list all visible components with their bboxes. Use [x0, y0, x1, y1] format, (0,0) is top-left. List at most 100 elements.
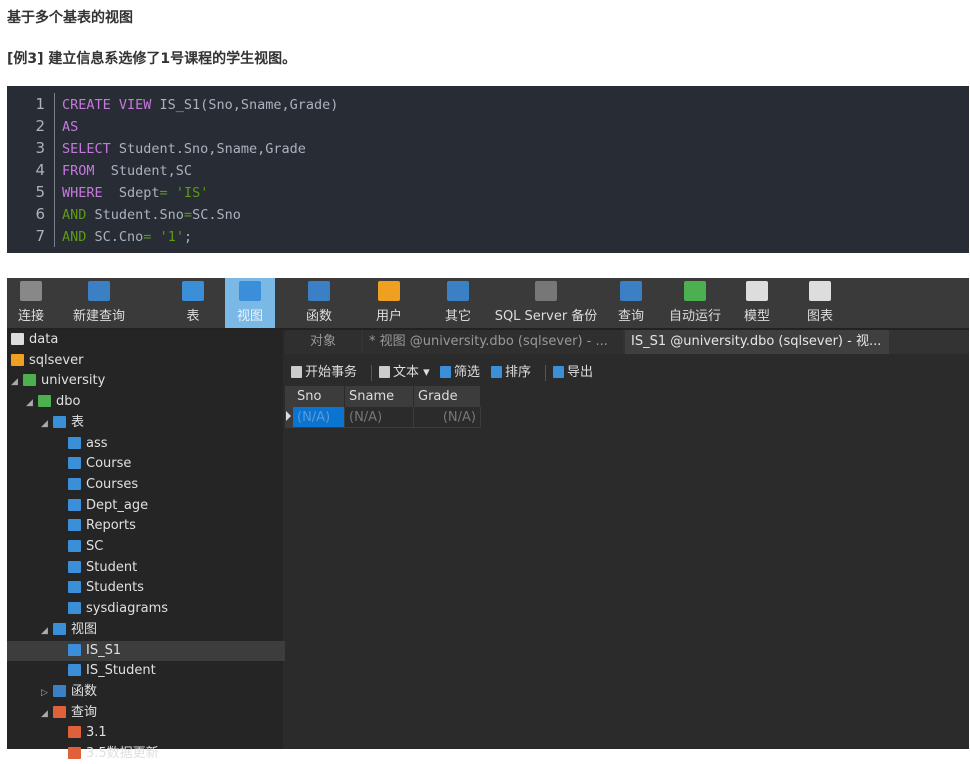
expand-arrow-icon[interactable]: ◢	[41, 621, 53, 641]
line-number: 7	[7, 225, 55, 247]
toolbar-chart-button[interactable]: 图表	[791, 278, 849, 328]
tree-item[interactable]: Courses	[56, 475, 138, 495]
filter-button[interactable]: 筛选	[440, 362, 480, 384]
tree-node-icon	[53, 415, 66, 428]
tree-item-label: Courses	[86, 476, 139, 492]
tree-item-label: Reports	[86, 518, 136, 534]
tree-node-icon	[68, 726, 81, 739]
toolbar-label: 自动运行	[668, 309, 721, 324]
toolbar-model-button[interactable]: 模型	[735, 278, 779, 328]
column-header[interactable]: Grade	[414, 386, 481, 407]
toolbar-label: 用户	[375, 309, 402, 324]
grid-cell[interactable]: (N/A)	[293, 407, 345, 428]
code-line: 3 SELECT Student.Sno,Sname,Grade	[7, 137, 306, 159]
view-icon	[239, 281, 261, 301]
tree-item[interactable]: 3.1	[56, 723, 107, 743]
tree-item[interactable]: ▷ 函数	[41, 682, 97, 702]
expand-arrow-icon[interactable]: ◢	[11, 372, 23, 392]
code-block: 1 CREATE VIEW IS_S1(Sno,Sname,Grade) 2 AS 3 S…	[7, 86, 969, 253]
toolbar-function-button[interactable]: 函数	[283, 278, 355, 328]
tree-item[interactable]: SC	[56, 537, 103, 557]
grid-cell[interactable]: (N/A)	[345, 407, 414, 428]
row-indicator-icon	[286, 411, 291, 421]
sort-button[interactable]: 排序	[491, 362, 531, 384]
toolbar-new-query-button[interactable]: 新建查询	[59, 278, 139, 328]
expand-arrow-icon[interactable]: ▷	[41, 683, 53, 703]
column-header[interactable]: Sno	[293, 386, 345, 407]
tree-item[interactable]: Students	[56, 578, 144, 598]
tab[interactable]: * 视图 @university.dbo (sqlsever) - ...	[363, 330, 623, 354]
tree-item-label: 3.1	[86, 725, 107, 741]
tab[interactable]: IS_S1 @university.dbo (sqlsever) - 视...	[625, 330, 889, 354]
tree-item[interactable]: ◢ 查询	[41, 703, 97, 723]
model-icon	[746, 281, 768, 301]
text-icon	[379, 366, 390, 378]
tree-item-label: 视图	[71, 621, 98, 637]
tree-item-label: SC	[86, 539, 104, 554]
tree-node-icon	[53, 684, 66, 697]
tree-item[interactable]: ◢ dbo	[26, 392, 80, 412]
code-token: AND	[62, 207, 95, 223]
tree-item-label: data	[29, 332, 59, 347]
text-button[interactable]: 文本 ▾	[379, 362, 430, 384]
toolbar-button-label: 文本 ▾	[393, 365, 430, 380]
code-token: =	[159, 185, 176, 201]
toolbar-separator	[371, 365, 372, 381]
toolbar-button-label: 开始事务	[305, 365, 358, 380]
toolbar-user-button[interactable]: 用户	[360, 278, 418, 328]
line-number: 4	[7, 159, 55, 181]
user-icon	[378, 281, 400, 301]
expand-arrow-icon[interactable]: ◢	[41, 704, 53, 724]
main-toolbar: 连接 新建查询 表 视图 函数 用户 其它 SQL Server 备份 查询 自动运行 模型 图表	[7, 278, 969, 330]
filter-icon	[440, 366, 451, 378]
tree-item[interactable]: ◢ university	[11, 371, 105, 391]
tree-item[interactable]: IS_Student	[56, 661, 156, 681]
toolbar-query-button[interactable]: 查询	[610, 278, 652, 328]
tree-item[interactable]: sysdiagrams	[56, 599, 168, 619]
tree-node-icon	[68, 643, 81, 656]
toolbar-tools-button[interactable]: 其它	[423, 278, 493, 328]
toolbar-schedule-button[interactable]: 自动运行	[657, 278, 733, 328]
tree-item[interactable]: ◢ 视图	[41, 620, 97, 640]
toolbar-label: 表	[186, 309, 200, 324]
tab[interactable]: 对象	[285, 330, 361, 354]
tree-item-label: 表	[71, 414, 85, 430]
navicat-window: 连接 新建查询表视图 函数 用户 其它 SQL Server 备份 查询 自动运行 模型 图表 d…	[7, 278, 969, 761]
object-tree: data sqlsever ◢ university ◢ dbo ◢ 表 ass Course Co…	[7, 330, 332, 761]
table-icon	[182, 281, 204, 301]
code-token: SC.Sno	[192, 207, 241, 223]
tree-item[interactable]: Student	[56, 558, 137, 578]
tree-node-icon	[68, 560, 81, 573]
toolbar-view-button[interactable]: 视图	[225, 278, 275, 328]
export-button[interactable]: 导出	[553, 362, 593, 384]
toolbar-table-button[interactable]: 表	[170, 278, 216, 328]
tree-item[interactable]: data	[11, 330, 58, 350]
tree-item[interactable]: IS_S1	[7, 640, 332, 661]
expand-arrow-icon[interactable]: ◢	[26, 393, 38, 413]
toolbar-plug-button[interactable]: 连接	[7, 278, 55, 328]
sort-icon	[491, 366, 502, 378]
begin-transaction-button[interactable]: 开始事务	[291, 362, 357, 384]
toolbar-separator	[545, 365, 546, 381]
tree-node-icon	[68, 664, 81, 677]
tree-item[interactable]: sqlsever	[11, 351, 83, 371]
tree-item[interactable]: 3.5数据更新	[56, 744, 159, 764]
tree-node-icon	[68, 457, 81, 470]
toolbar-label: 新建查询	[72, 309, 125, 324]
tree-item[interactable]: ◢ 表	[41, 413, 84, 433]
toolbar-backup-button[interactable]: SQL Server 备份	[494, 278, 598, 328]
tree-item[interactable]: Course	[56, 454, 131, 474]
expand-arrow-icon[interactable]: ◢	[41, 414, 53, 434]
tab-bar: 对象 * 视图 @university.dbo (sqlsever) - ... I…	[285, 330, 969, 354]
code-line: 1 CREATE VIEW IS_S1(Sno,Sname,Grade)	[7, 93, 338, 115]
toolbar-label: 模型	[743, 309, 770, 324]
code-line: 5 WHERE Sdept= 'IS'	[7, 181, 208, 203]
tree-item[interactable]: Dept_age	[56, 496, 148, 516]
tree-node-icon	[38, 395, 51, 408]
grid-cell[interactable]: (N/A)	[414, 407, 481, 428]
toolbar-label: 查询	[617, 309, 644, 324]
tree-item[interactable]: Reports	[56, 516, 136, 536]
code-token: FROM	[62, 163, 111, 179]
column-header[interactable]: Sname	[345, 386, 414, 407]
tree-item[interactable]: ass	[56, 434, 108, 454]
